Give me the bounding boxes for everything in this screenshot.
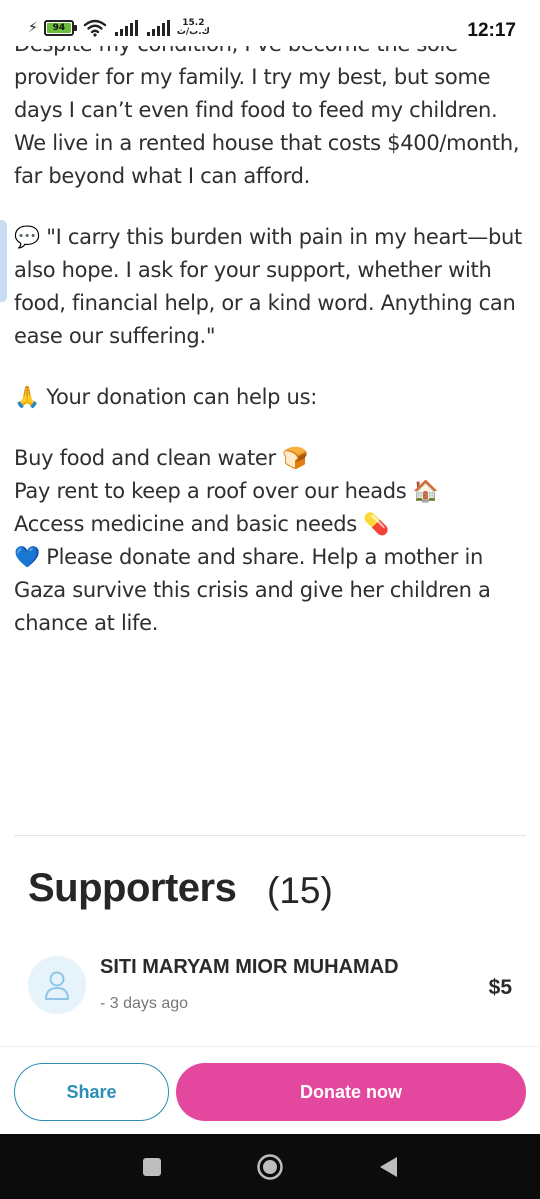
clock: 12:17 — [467, 20, 516, 41]
avatar — [28, 956, 86, 1014]
supporter-amount: $5 — [488, 976, 512, 999]
donate-now-button[interactable]: Donate now — [176, 1063, 526, 1121]
section-divider — [14, 835, 526, 836]
list-item: Access medicine and basic needs 💊 — [14, 512, 390, 536]
status-icons: ⚡ 94 15.2 ك.ب/ث — [28, 18, 210, 38]
story-quote: 💬 "I carry this burden with pain in my h… — [14, 225, 522, 348]
triangle-back-icon[interactable] — [373, 1152, 403, 1182]
battery-level: 94 — [46, 23, 71, 33]
wifi-icon — [83, 19, 107, 37]
charging-icon: ⚡ — [28, 20, 38, 36]
supporter-time: - 3 days ago — [100, 995, 189, 1012]
appeal-line: chance at life. — [14, 611, 159, 635]
battery-icon: 94 — [43, 20, 77, 36]
cell-signal-2-icon — [146, 20, 170, 36]
appeal-line: Gaza survive this crisis and give her ch… — [14, 578, 491, 602]
supporter-name: SITI MARYAM MIOR MUHAMAD — [100, 956, 399, 978]
list-item: Buy food and clean water 🍞 — [14, 446, 309, 470]
user-icon — [45, 971, 69, 1000]
circle-home-icon[interactable] — [255, 1152, 285, 1182]
network-speed: 15.2 ك.ب/ث — [176, 18, 210, 37]
appeal-line: 💙 Please donate and share. Help a mother… — [14, 545, 483, 569]
square-recents-icon[interactable] — [137, 1152, 167, 1182]
cell-signal-icon — [114, 20, 138, 36]
list-item: Pay rent to keep a roof over our heads 🏠 — [14, 479, 439, 503]
donation-intro: 🙏 Your donation can help us: — [14, 385, 317, 409]
status-bar: ⚡ 94 15.2 ك.ب/ث 12:17 — [0, 0, 540, 46]
share-button[interactable]: Share — [14, 1063, 169, 1121]
edge-panel-handle[interactable] — [0, 220, 7, 302]
donation-uses-list: Buy food and clean water 🍞 Pay rent to k… — [14, 442, 530, 640]
story-paragraph: Despite my condition, I’ve become the so… — [14, 32, 520, 188]
action-bar: Share Donate now — [0, 1046, 540, 1134]
supporters-count: (15) — [267, 870, 333, 911]
campaign-story: Despite my condition, I’ve become the so… — [14, 28, 530, 640]
supporter-row: SITI MARYAM MIOR MUHAMAD - 3 days ago $5 — [28, 952, 518, 1022]
system-nav-bar — [0, 1134, 540, 1199]
supporters-heading: Supporters — [28, 866, 237, 910]
